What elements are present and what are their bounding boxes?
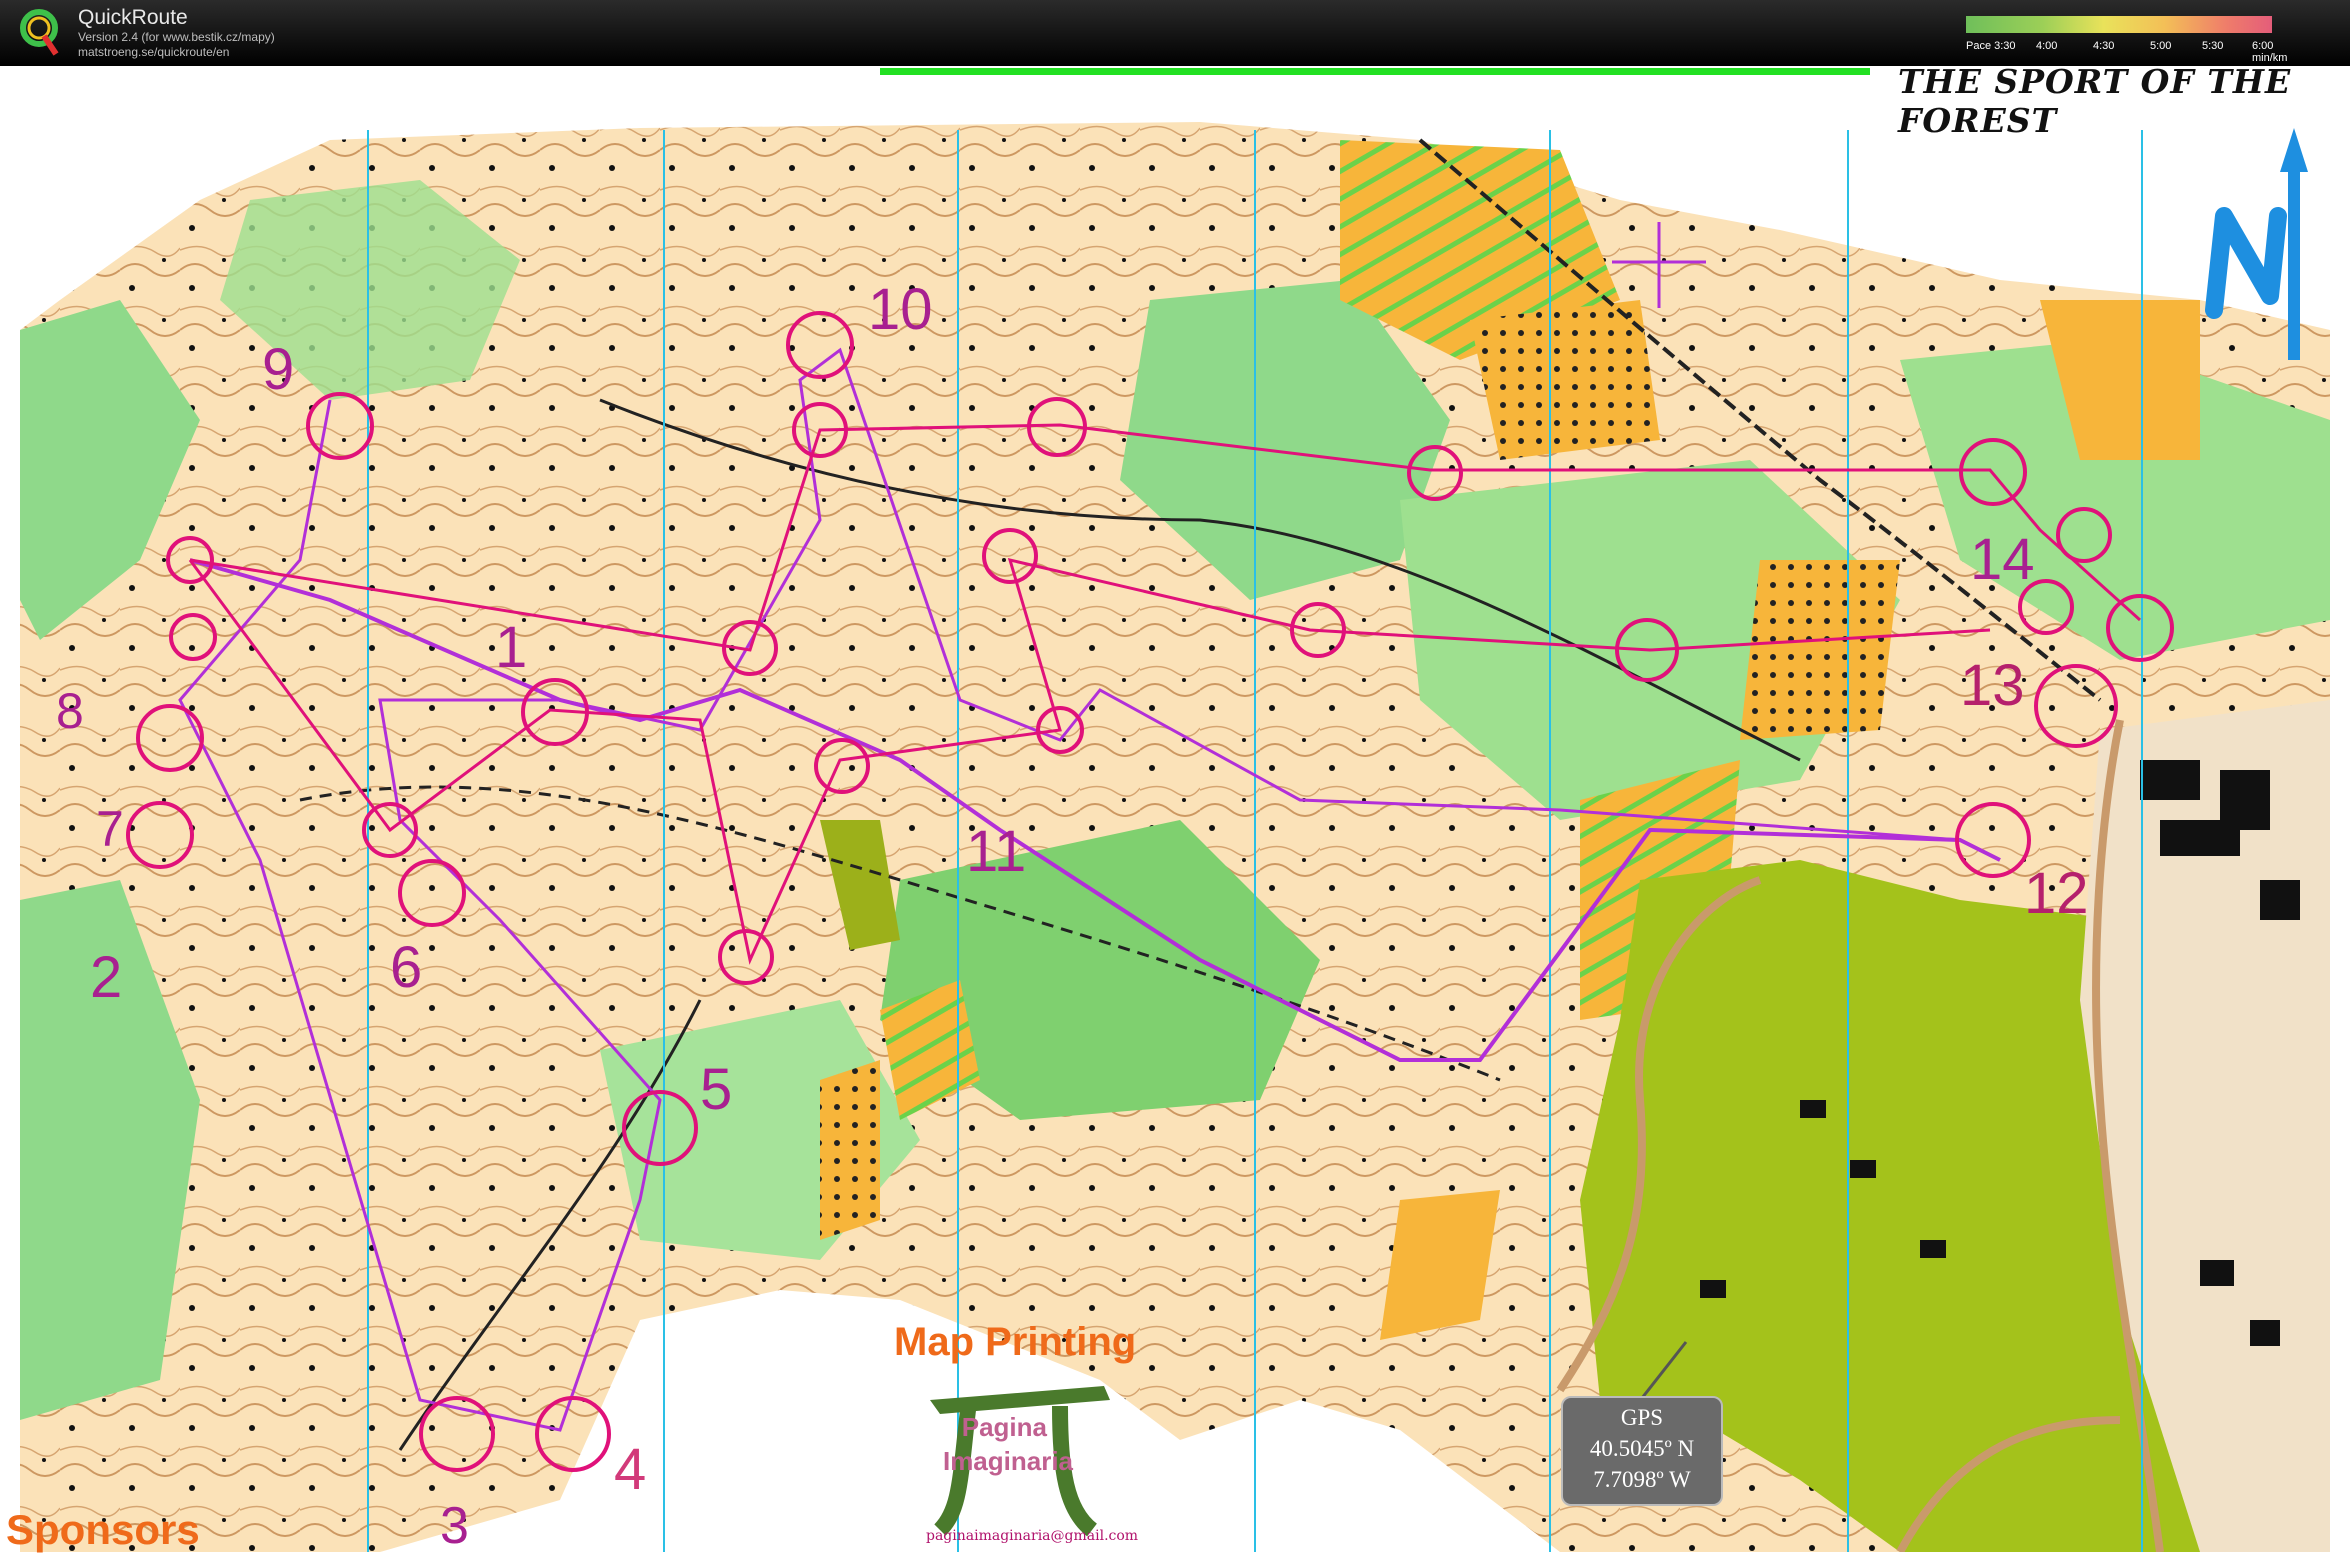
control-number: 4 <box>614 1437 647 1502</box>
control-number: 2 <box>90 945 123 1010</box>
control-number: 6 <box>390 935 423 1000</box>
sponsor-email: paginaimaginaria@gmail.com <box>926 1528 1139 1544</box>
app-version: Version 2.4 (for www.bestik.cz/mapy) <box>78 30 275 44</box>
building <box>1850 1160 1876 1178</box>
control-number: 8 <box>56 683 84 739</box>
building <box>2140 760 2200 800</box>
building <box>2160 820 2240 856</box>
building <box>1800 1100 1826 1118</box>
pace-tick: 4:00 <box>2036 40 2058 52</box>
open-land <box>820 1060 880 1240</box>
control-number: 10 <box>868 277 933 342</box>
building <box>1920 1240 1946 1258</box>
control-number: 11 <box>966 819 1027 884</box>
orienteering-map[interactable]: Pagina Imaginaria <box>0 66 2350 1552</box>
sponsors-label: Sponsors <box>6 1506 200 1553</box>
gps-title: GPS <box>1620 1405 1664 1430</box>
gps-readout: GPS 40.5045º N 7.7098º W <box>1561 1396 1723 1506</box>
control-number: 3 <box>440 1497 469 1555</box>
pace-tick: 5:30 <box>2202 40 2224 52</box>
pace-tick: 6:00 min/km <box>2252 40 2288 64</box>
control-number: 1 <box>495 615 528 680</box>
building <box>1700 1280 1726 1298</box>
control-number: 7 <box>96 801 124 857</box>
app-url: matstroeng.se/quickroute/en <box>78 45 230 59</box>
pace-tick: 5:00 <box>2150 40 2172 52</box>
open-land <box>1740 560 1900 740</box>
pace-color-bar <box>1966 16 2272 33</box>
title-bar: QuickRoute Version 2.4 (for www.bestik.c… <box>0 0 2350 66</box>
app-title: QuickRoute <box>78 6 188 29</box>
pace-tick: 4:30 <box>2093 40 2115 52</box>
building <box>2200 1260 2234 1286</box>
control-number: 13 <box>1960 653 2025 718</box>
control-number: 14 <box>1970 527 2035 592</box>
control-number: 12 <box>2024 861 2089 926</box>
control-number: 9 <box>262 337 295 402</box>
building <box>2250 1320 2280 1346</box>
gps-latitude: 40.5045º N <box>1589 1436 1695 1461</box>
pace-legend: Pace 3:30 4:00 4:30 5:00 5:30 6:00 min/k… <box>1966 16 2287 64</box>
gps-longitude: 7.7098º W <box>1593 1467 1691 1492</box>
control-number: 5 <box>700 1057 733 1122</box>
slogan-text: THE SPORT OF THE FOREST <box>1898 62 2292 140</box>
quickroute-logo-icon <box>20 9 59 56</box>
building <box>2260 880 2300 920</box>
open-land <box>1470 300 1660 460</box>
pace-tick: Pace 3:30 <box>1966 40 2016 52</box>
map-printing-label: Map Printing <box>894 1320 1137 1364</box>
